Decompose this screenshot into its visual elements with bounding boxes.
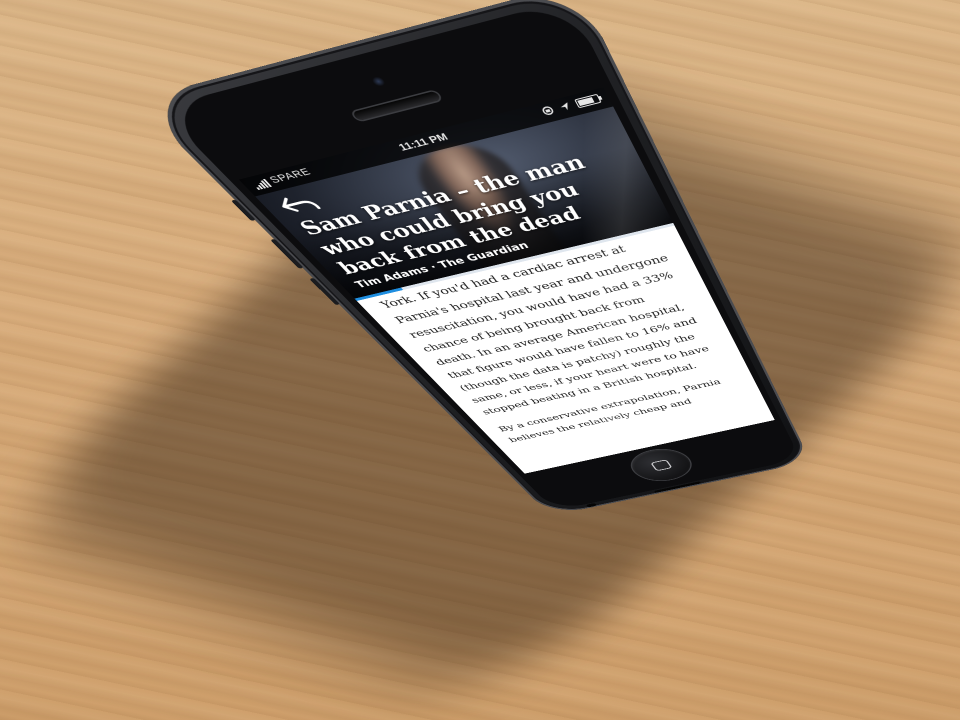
battery-level: [576, 96, 595, 106]
battery-icon: [573, 93, 602, 108]
location-arrow-icon: [558, 101, 571, 111]
scene: SPARE 11:11 PM Sam Parnia – the man who …: [0, 0, 960, 720]
home-square-icon: [650, 459, 673, 472]
